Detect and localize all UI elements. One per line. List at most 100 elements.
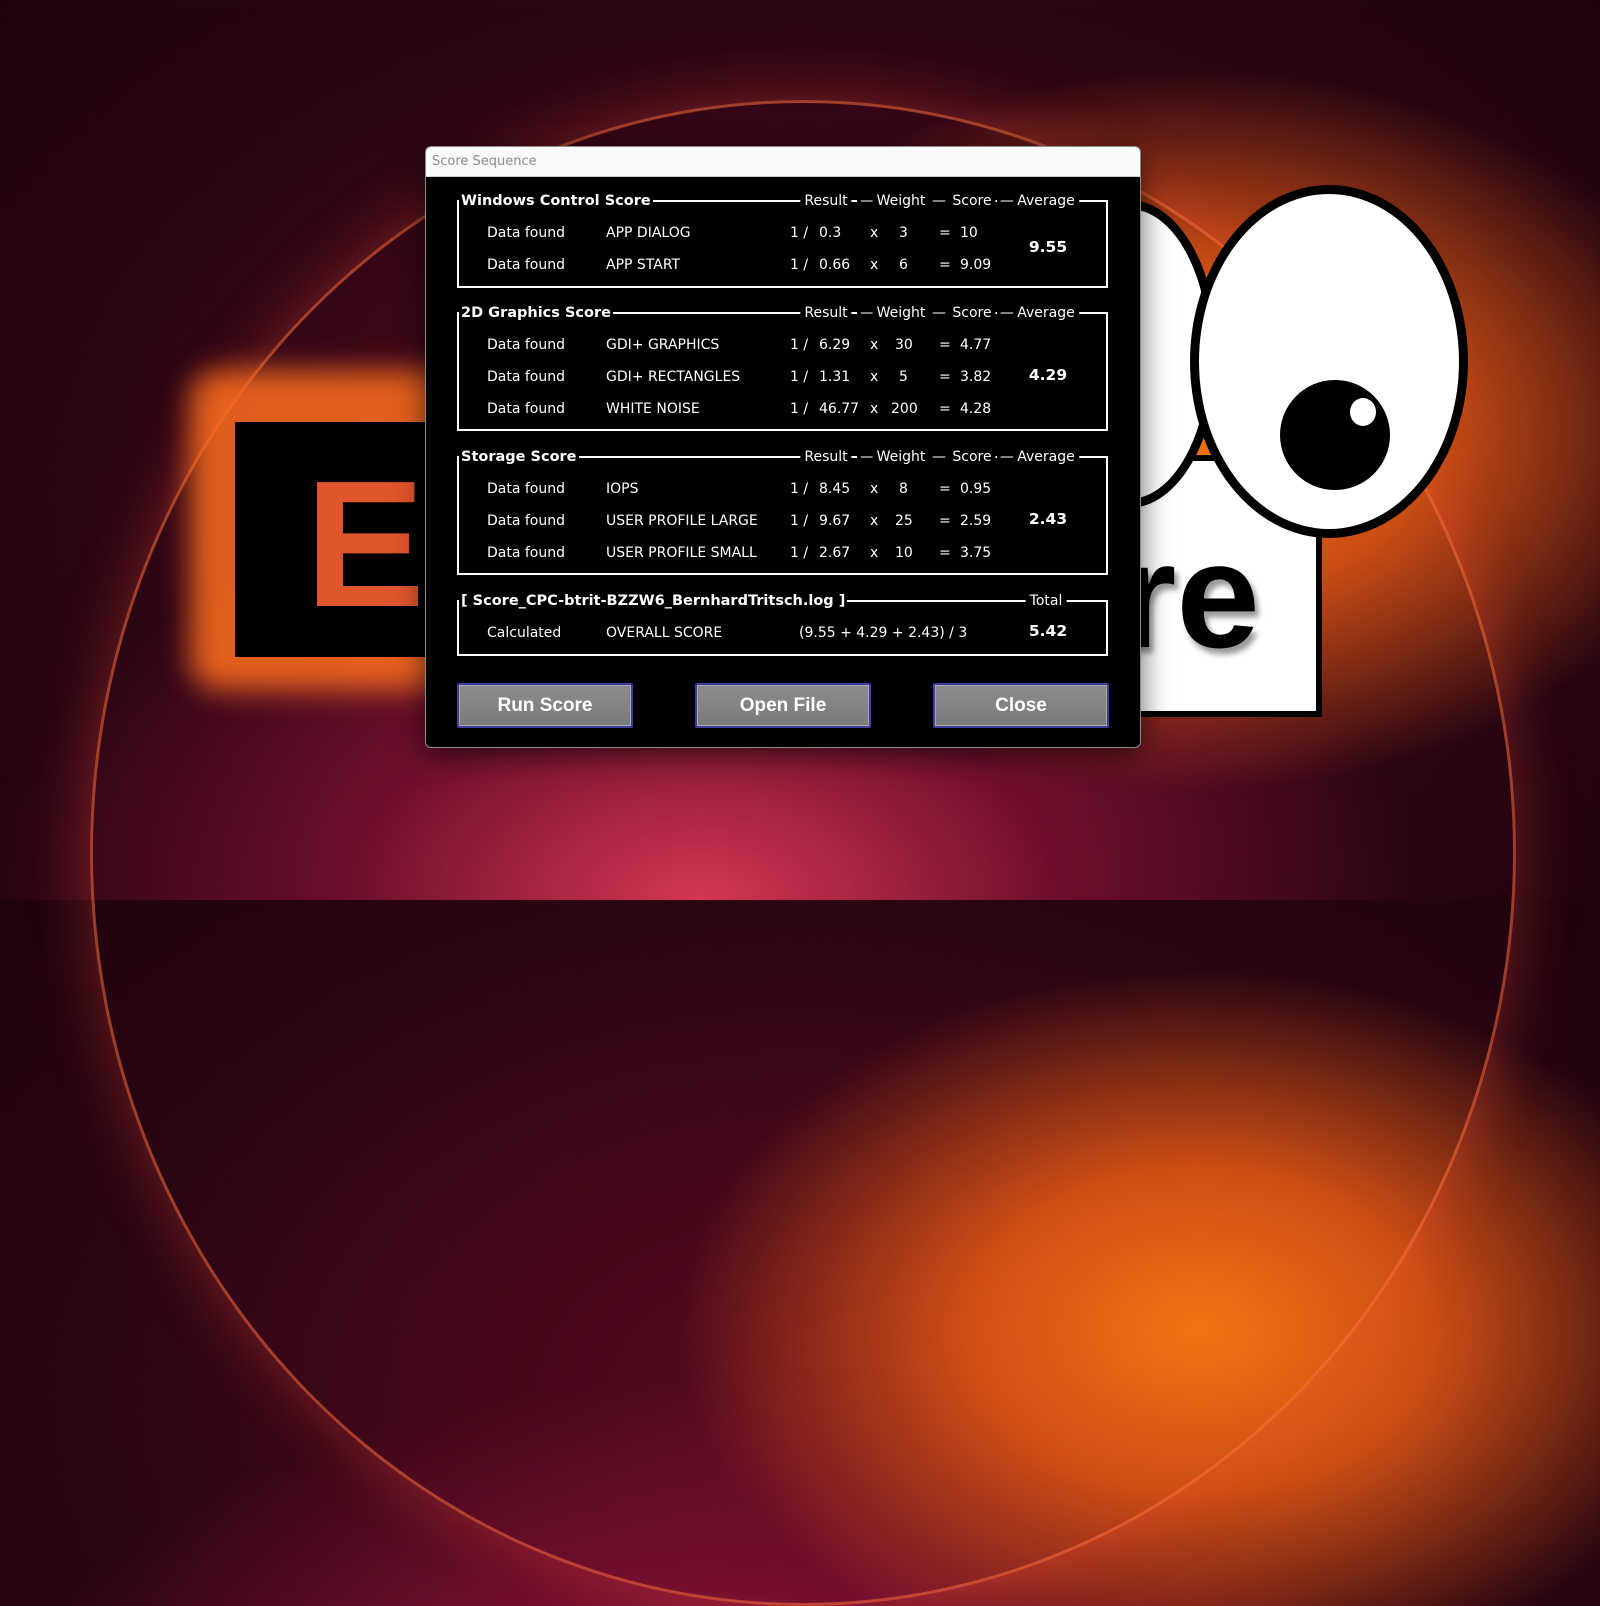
total-row: Calculated OVERALL SCORE (9.55 + 4.29 + …	[459, 623, 1106, 643]
row-name: USER PROFILE SMALL	[606, 545, 757, 561]
row-weight: 6	[899, 257, 908, 273]
row-num: 1 /	[790, 481, 809, 497]
row-num: 1 /	[790, 257, 809, 273]
score-sequence-window: Score Sequence Windows Control Score Res…	[425, 146, 1141, 748]
col-weight: Weight	[872, 447, 930, 467]
row-weight: 3	[899, 225, 908, 241]
row-score: 3.82	[960, 369, 992, 385]
row-score: 10	[960, 225, 978, 241]
table-row: Data found USER PROFILE SMALL 1 / 2.67 x…	[459, 543, 1106, 563]
row-score: 2.59	[960, 513, 992, 529]
row-result: 1.31	[819, 369, 851, 385]
row-result: 8.45	[819, 481, 851, 497]
row-x: x	[870, 369, 879, 385]
dash: —	[929, 191, 949, 211]
group-header: [ Score_CPC-btrit-BZZW6_BernhardTritsch.…	[457, 591, 1108, 611]
logo-pupil-shine	[1350, 398, 1376, 426]
total-status: Calculated	[487, 625, 562, 641]
col-total: Total	[1025, 591, 1067, 611]
col-weight: Weight	[872, 191, 930, 211]
table-row: Data found IOPS 1 / 8.45 x 8 = 0.95	[459, 479, 1106, 499]
group-average: 4.29	[1028, 366, 1068, 384]
row-num: 1 /	[790, 369, 809, 385]
group-average: 9.55	[1028, 238, 1068, 256]
row-score: 4.77	[960, 337, 992, 353]
group-header: Windows Control Score Result — Weight — …	[457, 191, 1108, 211]
col-result: Result	[800, 447, 852, 467]
log-file-title: [ Score_CPC-btrit-BZZW6_BernhardTritsch.…	[459, 591, 848, 611]
table-row: Data found GDI+ RECTANGLES 1 / 1.31 x 5 …	[459, 367, 1106, 387]
total-name: OVERALL SCORE	[606, 625, 723, 641]
col-score: Score	[948, 191, 996, 211]
row-result: 0.66	[819, 257, 851, 273]
row-score: 0.95	[960, 481, 992, 497]
group-title: 2D Graphics Score	[459, 303, 613, 323]
row-num: 1 /	[790, 545, 809, 561]
row-x: x	[870, 513, 879, 529]
dash: —	[929, 303, 949, 323]
col-result: Result	[800, 303, 852, 323]
total-formula: (9.55 + 4.29 + 2.43) / 3	[799, 625, 968, 641]
table-row: Data found APP START 1 / 0.66 x 6 = 9.09	[459, 255, 1106, 275]
row-weight: 200	[891, 401, 918, 417]
window-title: Score Sequence	[432, 154, 537, 169]
row-x: x	[870, 225, 879, 241]
row-status: Data found	[487, 225, 566, 241]
row-status: Data found	[487, 257, 566, 273]
row-result: 9.67	[819, 513, 851, 529]
table-row: Data found WHITE NOISE 1 / 46.77 x 200 =…	[459, 399, 1106, 419]
row-x: x	[870, 545, 879, 561]
row-weight: 8	[899, 481, 908, 497]
logo-e-letter: E	[305, 444, 426, 645]
logo-pupil	[1280, 380, 1390, 490]
row-eq: =	[939, 225, 951, 241]
table-row: Data found APP DIALOG 1 / 0.3 x 3 = 10	[459, 223, 1106, 243]
group-total: [ Score_CPC-btrit-BZZW6_BernhardTritsch.…	[457, 591, 1108, 656]
row-score: 4.28	[960, 401, 992, 417]
group-windows-control: Windows Control Score Result — Weight — …	[457, 191, 1108, 288]
row-score: 9.09	[960, 257, 992, 273]
row-eq: =	[939, 257, 951, 273]
row-status: Data found	[487, 369, 566, 385]
row-status: Data found	[487, 481, 566, 497]
row-weight: 5	[899, 369, 908, 385]
row-status: Data found	[487, 545, 566, 561]
group-average: 2.43	[1028, 510, 1068, 528]
row-x: x	[870, 481, 879, 497]
row-status: Data found	[487, 513, 566, 529]
col-average: Average	[1013, 191, 1079, 211]
row-result: 6.29	[819, 337, 851, 353]
row-result: 46.77	[819, 401, 860, 417]
close-button[interactable]: Close	[933, 683, 1109, 728]
col-result: Result	[800, 191, 852, 211]
group-2d-graphics: 2D Graphics Score Result — Weight — Scor…	[457, 303, 1108, 431]
row-weight: 30	[895, 337, 913, 353]
table-row: Data found USER PROFILE LARGE 1 / 9.67 x…	[459, 511, 1106, 531]
dash: —	[929, 447, 949, 467]
row-name: IOPS	[606, 481, 639, 497]
row-weight: 25	[895, 513, 913, 529]
group-storage: Storage Score Result — Weight — Score — …	[457, 447, 1108, 575]
row-name: APP DIALOG	[606, 225, 691, 241]
row-eq: =	[939, 369, 951, 385]
table-row: Data found GDI+ GRAPHICS 1 / 6.29 x 30 =…	[459, 335, 1106, 355]
row-eq: =	[939, 401, 951, 417]
run-score-button[interactable]: Run Score	[457, 683, 633, 728]
row-x: x	[870, 257, 879, 273]
row-x: x	[870, 337, 879, 353]
title-bar[interactable]: Score Sequence	[426, 147, 1140, 177]
row-name: APP START	[606, 257, 681, 273]
row-name: GDI+ GRAPHICS	[606, 337, 720, 353]
row-eq: =	[939, 513, 951, 529]
col-average: Average	[1013, 447, 1079, 467]
group-title: Windows Control Score	[459, 191, 653, 211]
total-value: 5.42	[1028, 622, 1068, 640]
col-weight: Weight	[872, 303, 930, 323]
row-name: GDI+ RECTANGLES	[606, 369, 741, 385]
col-score: Score	[948, 447, 996, 467]
row-num: 1 /	[790, 225, 809, 241]
open-file-button[interactable]: Open File	[695, 683, 871, 728]
col-average: Average	[1013, 303, 1079, 323]
row-num: 1 /	[790, 513, 809, 529]
row-result: 0.3	[819, 225, 842, 241]
